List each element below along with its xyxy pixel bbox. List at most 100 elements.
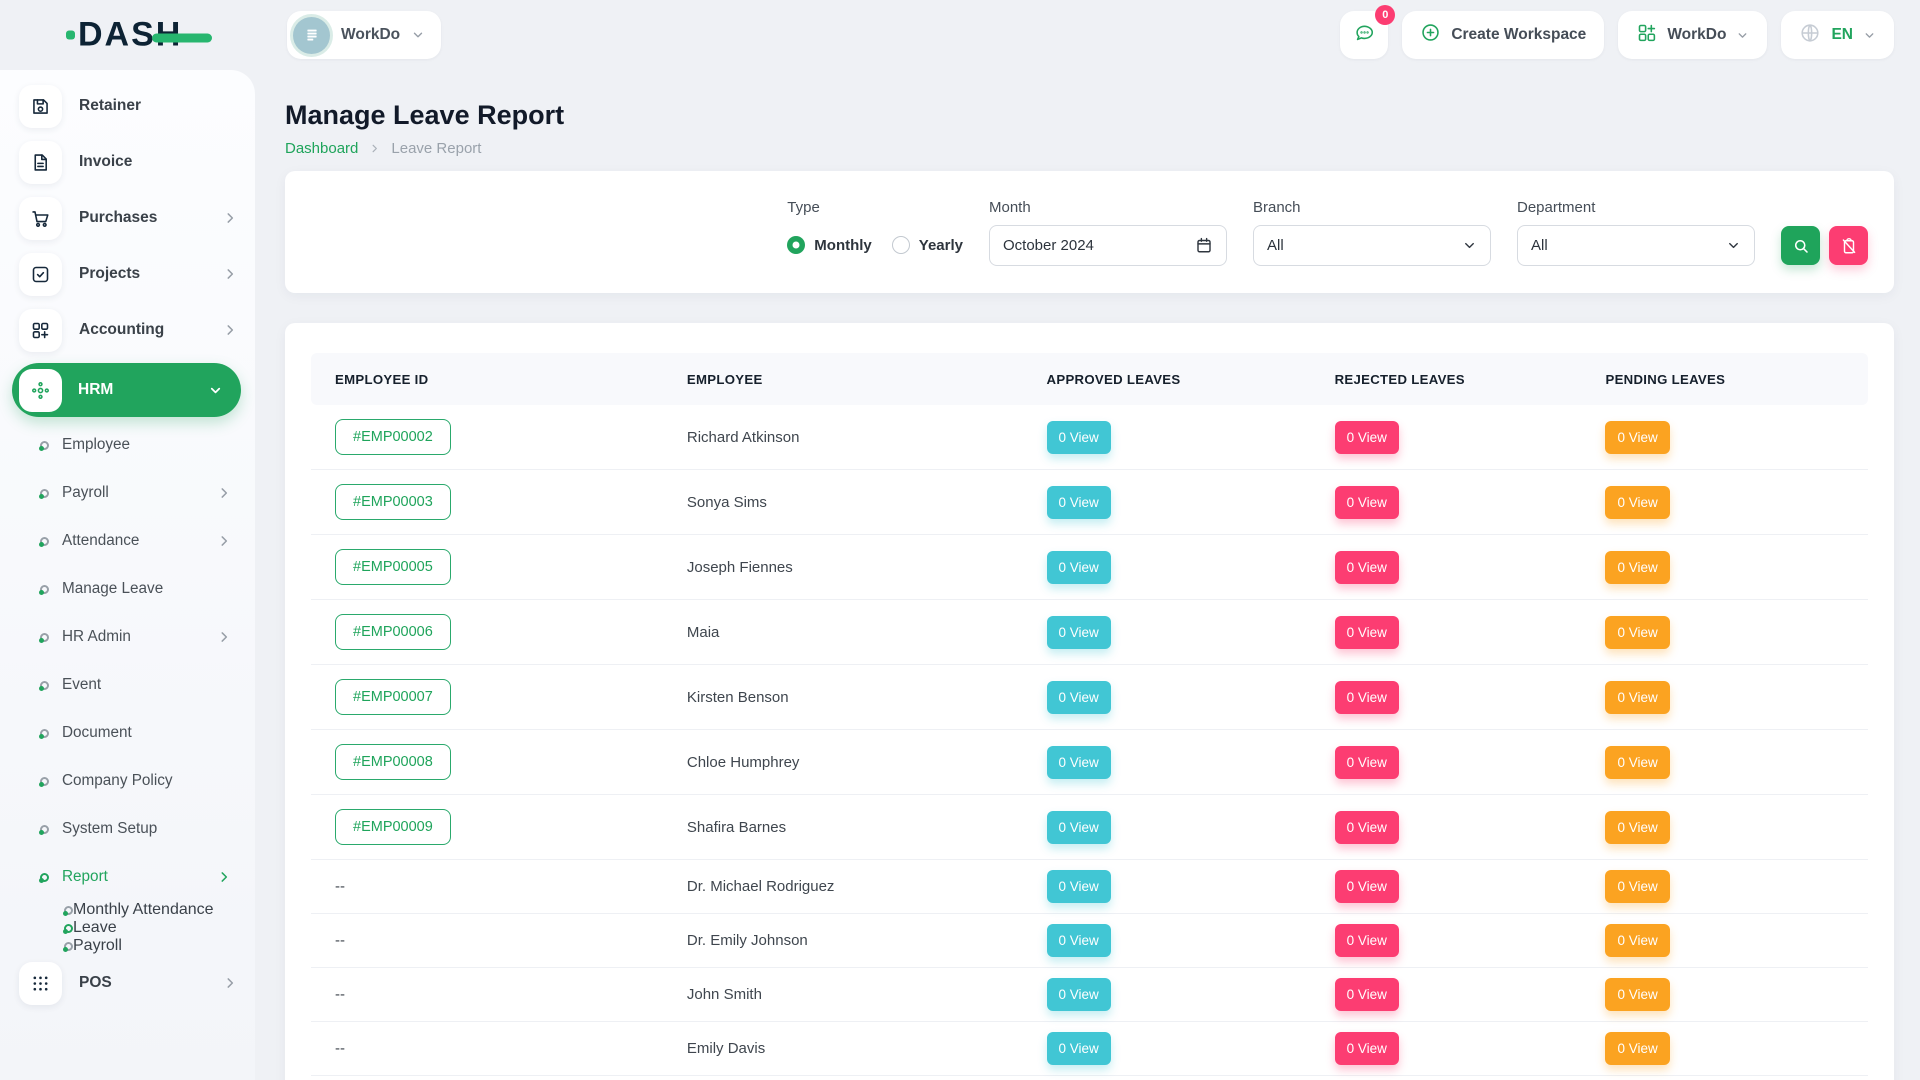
workdo-apps-button[interactable]: WorkDo <box>1618 11 1767 59</box>
rejected-leaves-cell: 0 View <box>1311 1032 1582 1065</box>
approved-leaves-view-badge[interactable]: 0 View <box>1047 486 1111 519</box>
pending-leaves-view-badge[interactable]: 0 View <box>1605 681 1669 714</box>
column-header-employee-id: EMPLOYEE ID <box>311 372 663 387</box>
pending-leaves-view-badge[interactable]: 0 View <box>1605 551 1669 584</box>
approved-leaves-view-badge[interactable]: 0 View <box>1047 681 1111 714</box>
sidebar-item-purchases[interactable]: Purchases <box>0 190 255 246</box>
employee-name: Dr. Michael Rodriguez <box>687 878 835 895</box>
employee-id-button[interactable]: #EMP00005 <box>335 549 451 585</box>
employee-name-cell: Dr. Michael Rodriguez <box>663 878 1023 895</box>
rejected-leaves-view-badge[interactable]: 0 View <box>1335 746 1399 779</box>
rejected-leaves-view-badge[interactable]: 0 View <box>1335 978 1399 1011</box>
sidebar-item-company-policy[interactable]: Company Policy <box>0 757 255 805</box>
radio-monthly[interactable]: Monthly <box>787 236 872 254</box>
rejected-leaves-view-badge[interactable]: 0 View <box>1335 1032 1399 1065</box>
reset-button[interactable] <box>1829 226 1868 265</box>
pending-leaves-cell: 0 View <box>1581 616 1868 649</box>
sidebar-item-event[interactable]: Event <box>0 661 255 709</box>
messages-button[interactable]: 0 <box>1340 11 1388 59</box>
chevron-down-icon <box>1726 238 1741 253</box>
sidebar-item-invoice[interactable]: Invoice <box>0 134 255 190</box>
rejected-leaves-view-badge[interactable]: 0 View <box>1335 681 1399 714</box>
pending-leaves-view-badge[interactable]: 0 View <box>1605 811 1669 844</box>
grid-plus-icon <box>19 309 62 352</box>
employee-id-button[interactable]: #EMP00006 <box>335 614 451 650</box>
rejected-leaves-cell: 0 View <box>1311 870 1582 903</box>
sidebar-item-pos[interactable]: POS <box>0 955 255 1011</box>
sidebar-item-hrm[interactable]: HRM <box>12 363 241 417</box>
sidebar-item-manage-leave[interactable]: Manage Leave <box>0 565 255 613</box>
approved-leaves-cell: 0 View <box>1023 421 1311 454</box>
rejected-leaves-view-badge[interactable]: 0 View <box>1335 421 1399 454</box>
pending-leaves-view-badge[interactable]: 0 View <box>1605 1032 1669 1065</box>
employee-id-empty: -- <box>335 878 345 895</box>
pending-leaves-view-badge[interactable]: 0 View <box>1605 486 1669 519</box>
sidebar-item-leave[interactable]: Leave <box>0 919 255 937</box>
rejected-leaves-view-badge[interactable]: 0 View <box>1335 616 1399 649</box>
approved-leaves-view-badge[interactable]: 0 View <box>1047 1032 1111 1065</box>
employee-id-button[interactable]: #EMP00002 <box>335 419 451 455</box>
rejected-leaves-cell: 0 View <box>1311 486 1582 519</box>
sidebar-item-retainer[interactable]: Retainer <box>0 78 255 134</box>
pending-leaves-cell: 0 View <box>1581 421 1868 454</box>
rejected-leaves-view-badge[interactable]: 0 View <box>1335 811 1399 844</box>
sidebar-item-hr-admin[interactable]: HR Admin <box>0 613 255 661</box>
sidebar-item-accounting[interactable]: Accounting <box>0 302 255 358</box>
radio-yearly[interactable]: Yearly <box>892 236 963 254</box>
pending-leaves-view-badge[interactable]: 0 View <box>1605 616 1669 649</box>
sidebar-item-attendance[interactable]: Attendance <box>0 517 255 565</box>
sidebar-item-monthly-attendance[interactable]: Monthly Attendance <box>0 901 255 919</box>
pending-leaves-view-badge[interactable]: 0 View <box>1605 746 1669 779</box>
pending-leaves-view-badge[interactable]: 0 View <box>1605 421 1669 454</box>
approved-leaves-view-badge[interactable]: 0 View <box>1047 811 1111 844</box>
sidebar-item-report[interactable]: Report <box>0 853 255 901</box>
create-workspace-button[interactable]: Create Workspace <box>1402 11 1604 59</box>
table-row: -- Dr. Michael Rodriguez 0 View 0 View 0 Vie… <box>311 860 1868 914</box>
sidebar-item-label: Payroll <box>73 937 122 955</box>
sidebar-item-projects[interactable]: Projects <box>0 246 255 302</box>
breadcrumb-dashboard-link[interactable]: Dashboard <box>285 140 358 157</box>
search-button[interactable] <box>1781 226 1820 265</box>
table-header-row: EMPLOYEE IDEMPLOYEEAPPROVED LEAVESREJECT… <box>311 353 1868 405</box>
rejected-leaves-view-badge[interactable]: 0 View <box>1335 870 1399 903</box>
approved-leaves-view-badge[interactable]: 0 View <box>1047 978 1111 1011</box>
approved-leaves-view-badge[interactable]: 0 View <box>1047 616 1111 649</box>
approved-leaves-view-badge[interactable]: 0 View <box>1047 551 1111 584</box>
approved-leaves-view-badge[interactable]: 0 View <box>1047 421 1111 454</box>
employee-id-button[interactable]: #EMP00008 <box>335 744 451 780</box>
sidebar-item-employee[interactable]: Employee <box>0 421 255 469</box>
workspace-switcher[interactable]: WorkDo <box>287 11 441 59</box>
employee-id-cell: #EMP00008 <box>311 744 663 780</box>
language-selector[interactable]: EN <box>1781 11 1894 59</box>
sidebar-item-payroll[interactable]: Payroll <box>0 469 255 517</box>
branch-select[interactable]: All <box>1253 225 1491 266</box>
rejected-leaves-view-badge[interactable]: 0 View <box>1335 486 1399 519</box>
dash-logo[interactable]: DASH <box>66 16 182 55</box>
sidebar-item-system-setup[interactable]: System Setup <box>0 805 255 853</box>
employee-id-button[interactable]: #EMP00003 <box>335 484 451 520</box>
sidebar-item-payroll[interactable]: Payroll <box>0 937 255 955</box>
sidebar-item-label: Leave <box>73 919 117 937</box>
rejected-leaves-view-badge[interactable]: 0 View <box>1335 924 1399 957</box>
bullet-icon <box>40 585 49 594</box>
rejected-leaves-view-badge[interactable]: 0 View <box>1335 551 1399 584</box>
bullet-icon <box>64 924 73 933</box>
table-row: --John Smith0 View0 View0 View <box>311 968 1868 1022</box>
sidebar-item-label: Document <box>62 724 132 742</box>
month-input[interactable]: October 2024 <box>989 225 1227 266</box>
department-select[interactable]: All <box>1517 225 1755 266</box>
filter-buttons <box>1781 226 1868 265</box>
pending-leaves-view-badge[interactable]: 0 View <box>1605 978 1669 1011</box>
pending-leaves-view-badge[interactable]: 0 View <box>1605 924 1669 957</box>
type-radio-group: Monthly Yearly <box>787 225 963 266</box>
employee-id-button[interactable]: #EMP00007 <box>335 679 451 715</box>
approved-leaves-view-badge[interactable]: 0 View <box>1047 746 1111 779</box>
sidebar-item-document[interactable]: Document <box>0 709 255 757</box>
approved-leaves-cell: 0 View <box>1023 1032 1311 1065</box>
employee-name: Emily Davis <box>687 1040 765 1057</box>
pending-leaves-view-badge[interactable]: 0 View <box>1605 870 1669 903</box>
sidebar-nav: RetainerInvoicePurchasesProjectsAccounti… <box>0 70 255 1011</box>
approved-leaves-view-badge[interactable]: 0 View <box>1047 924 1111 957</box>
employee-id-button[interactable]: #EMP00009 <box>335 809 451 845</box>
approved-leaves-view-badge[interactable]: 0 View <box>1047 870 1111 903</box>
